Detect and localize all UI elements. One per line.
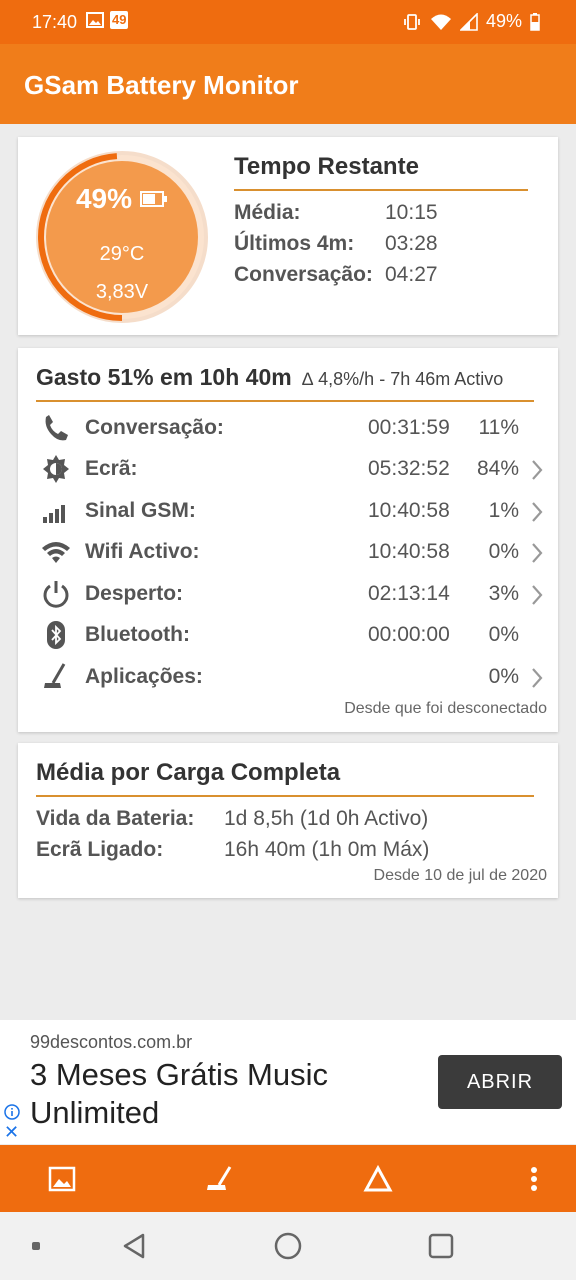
row-percent: 0% — [488, 623, 519, 646]
chevron-right-icon — [532, 668, 543, 688]
chevron-right-icon — [532, 543, 543, 563]
row-value: 1d 8,5h (1d 0h Activo) — [224, 807, 429, 830]
row-percent: 1% — [488, 499, 519, 522]
gauge-readout: 49% 29°C 3,83V — [36, 151, 208, 323]
bottom-toolbar — [0, 1145, 576, 1212]
row-value: 04:27 — [385, 263, 438, 286]
divider — [234, 189, 528, 191]
usage-card: Gasto 51% em 10h 40m ∆ 4,8%/h - 7h 46m A… — [18, 348, 558, 732]
row-label: Ecrã: — [85, 457, 138, 480]
row-percent: 0% — [488, 665, 519, 688]
divider — [36, 400, 534, 402]
chevron-right-icon — [532, 460, 543, 480]
power-icon — [43, 581, 69, 608]
row-value: 10:15 — [385, 201, 438, 224]
battery-temperature: 29°C — [99, 243, 145, 265]
recents-icon[interactable] — [425, 1230, 457, 1262]
row-value: 03:28 — [385, 232, 438, 255]
battery-icon — [140, 191, 168, 207]
row-label: Wifi Activo: — [85, 540, 200, 563]
app-bar: GSam Battery Monitor — [0, 44, 576, 124]
vibrate-icon — [404, 13, 420, 30]
ad-open-button[interactable]: ABRIR — [438, 1055, 562, 1109]
cell-signal-icon — [459, 12, 478, 31]
battery-summary-card: 49% 29°C 3,83V Tempo Restante Média: 10:… — [18, 137, 558, 335]
usage-subtitle: ∆ 4,8%/h - 7h 46m Activo — [302, 369, 504, 389]
row-value: 16h 40m (1h 0m Máx) — [224, 838, 430, 861]
row-label: Conversação: — [85, 416, 224, 439]
phone-icon — [45, 415, 68, 441]
usage-row-wifi[interactable]: Wifi Activo: 10:40:58 0% — [18, 532, 558, 572]
usage-row-awake[interactable]: Desperto: 02:13:14 3% — [18, 574, 558, 614]
row-label: Aplicações: — [85, 665, 203, 688]
chevron-right-icon — [532, 585, 543, 605]
battery-percent: 49% — [75, 183, 133, 214]
usage-row-bluetooth[interactable]: Bluetooth: 00:00:00 0% — [18, 615, 558, 655]
nav-dot-icon[interactable] — [30, 1240, 42, 1252]
time-remaining-title: Tempo Restante — [234, 153, 419, 180]
status-bar: 17:40 49 49% — [0, 0, 576, 44]
row-time: 02:13:14 — [368, 582, 450, 605]
home-icon[interactable] — [272, 1230, 304, 1262]
row-time: 05:32:52 — [368, 457, 450, 480]
apps-icon — [44, 663, 66, 688]
usage-footer: Desde que foi desconectado — [344, 700, 547, 717]
notification-badge: 49 — [110, 11, 129, 29]
usage-row-gsm[interactable]: Sinal GSM: 10:40:58 1% — [18, 491, 558, 531]
usage-header: Gasto 51% em 10h 40m ∆ 4,8%/h - 7h 46m A… — [36, 364, 503, 391]
full-charge-title: Média por Carga Completa — [36, 759, 341, 786]
row-label: Últimos 4m: — [234, 232, 355, 255]
usage-row-call[interactable]: Conversação: 00:31:59 11% — [18, 408, 558, 448]
battery-percent-status: 49% — [485, 11, 522, 31]
ad-headline[interactable]: 3 Meses Grátis Music Unlimited — [30, 1056, 410, 1132]
wifi-status-icon — [430, 14, 451, 30]
row-label: Bluetooth: — [85, 623, 190, 646]
row-label: Desperto: — [85, 582, 184, 605]
row-label: Média: — [234, 201, 301, 224]
system-nav-bar — [0, 1212, 576, 1280]
chevron-right-icon — [532, 502, 543, 522]
battery-status-icon — [530, 12, 540, 31]
full-charge-card: Média por Carga Completa Vida da Bateria… — [18, 743, 558, 898]
divider — [36, 795, 534, 797]
app-title: GSam Battery Monitor — [24, 70, 299, 100]
ad-close-icon[interactable]: ✕ — [4, 1123, 19, 1141]
ad-info-icon[interactable] — [4, 1104, 20, 1120]
image-notification-icon — [86, 12, 104, 28]
more-options-icon[interactable] — [518, 1163, 550, 1195]
usage-row-screen[interactable]: Ecrã: 05:32:52 84% — [18, 449, 558, 489]
ad-domain: 99descontos.com.br — [30, 1032, 193, 1052]
ad-banner[interactable]: 99descontos.com.br 3 Meses Grátis Music … — [0, 1020, 576, 1144]
wifi-icon — [42, 542, 70, 563]
full-charge-footer: Desde 10 de jul de 2020 — [373, 867, 547, 884]
back-icon[interactable] — [118, 1230, 150, 1262]
row-label: Conversação: — [234, 263, 373, 286]
row-label: Sinal GSM: — [85, 499, 196, 522]
brightness-icon — [43, 455, 69, 483]
row-time: 10:40:58 — [368, 499, 450, 522]
delta-icon[interactable] — [362, 1163, 394, 1195]
row-percent: 3% — [488, 582, 519, 605]
battery-voltage: 3,83V — [95, 281, 149, 303]
row-percent: 84% — [476, 457, 519, 480]
row-percent: 11% — [478, 416, 519, 439]
bluetooth-icon — [47, 621, 65, 649]
signal-icon — [43, 505, 65, 523]
row-percent: 0% — [488, 540, 519, 563]
usage-row-apps[interactable]: Aplicações: 0% — [18, 657, 558, 697]
row-time: 10:40:58 — [368, 540, 450, 563]
row-label: Ecrã Ligado: — [36, 838, 164, 861]
row-time: 00:31:59 — [368, 416, 450, 439]
status-time: 17:40 — [32, 12, 78, 32]
image-icon[interactable] — [46, 1163, 78, 1195]
row-time: 00:00:00 — [368, 623, 450, 646]
row-label: Vida da Bateria: — [36, 807, 195, 830]
apps-toolbar-icon[interactable] — [204, 1163, 236, 1195]
usage-title: Gasto 51% em 10h 40m — [36, 364, 292, 390]
